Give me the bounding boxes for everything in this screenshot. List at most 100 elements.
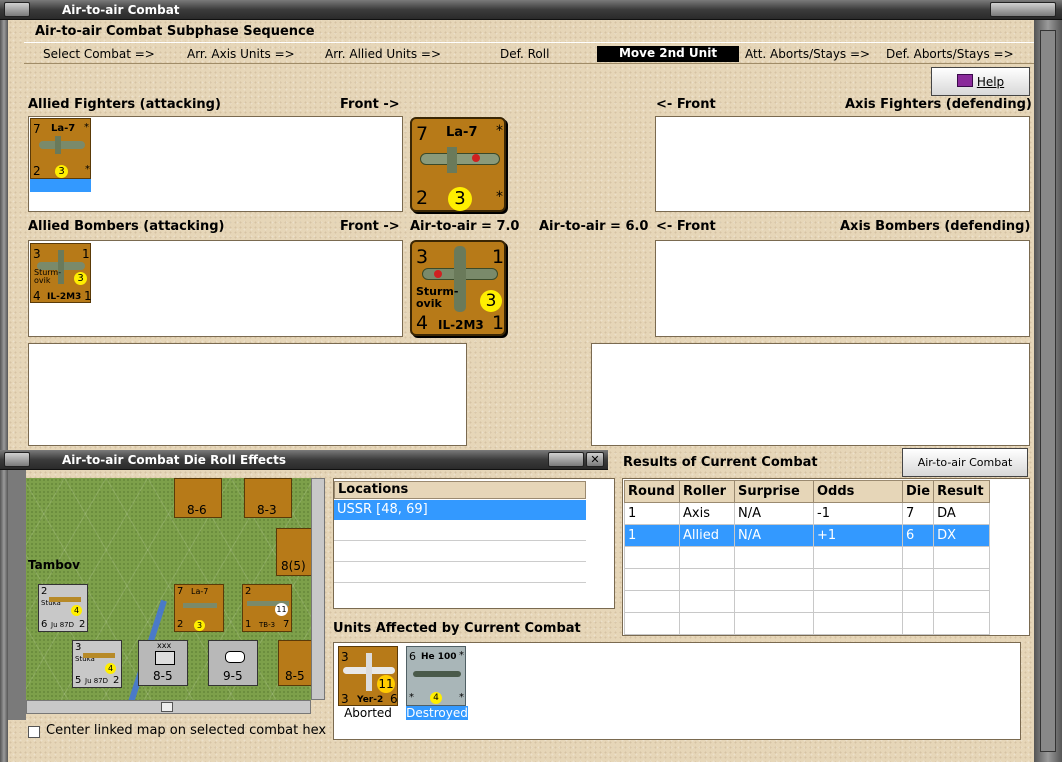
cell-result: DA: [933, 502, 991, 525]
counter-bl: 3: [341, 692, 349, 706]
map-vertical-scrollbar[interactable]: [311, 478, 325, 700]
map-unit-top-1[interactable]: 8-6: [174, 478, 222, 518]
table-row[interactable]: 1 Axis N/A -1 7 DA: [624, 502, 991, 525]
close-window-button[interactable]: [990, 2, 1056, 17]
map-unit-top-2[interactable]: 8-3: [244, 478, 292, 518]
yer2-counter[interactable]: 3 11 3 Yer-2 6: [338, 646, 398, 706]
map-la7-counter[interactable]: 7 La-7 2 3: [174, 584, 224, 632]
plane-icon: [183, 603, 217, 608]
allied-bombers-front: Front ->: [340, 219, 400, 234]
counter-value: 8-3: [257, 503, 277, 517]
il2-large-counter[interactable]: 3 1 Sturm-ovik 3 4 IL-2M3 1: [410, 240, 506, 336]
col-die[interactable]: Die: [901, 480, 935, 503]
destroyed-status: Destroyed: [406, 706, 468, 720]
counter-sub: Ju 87D: [51, 621, 75, 629]
selection-bar: [30, 179, 91, 192]
counter-br: *: [496, 189, 503, 205]
map-unit-right-1[interactable]: 8(5): [276, 528, 311, 576]
he100-counter[interactable]: 6 He 100 * * 4 *: [406, 646, 466, 706]
help-button[interactable]: Help: [931, 67, 1030, 96]
plane-icon: [39, 141, 85, 149]
window-menu-button[interactable]: [4, 2, 30, 17]
counter-tl: 3: [416, 246, 429, 268]
allied-fighters-label: Allied Fighters (attacking): [28, 97, 221, 112]
counter-value: 8-5: [285, 669, 305, 683]
die-window-minimize-button[interactable]: [548, 452, 584, 467]
la7-small-counter[interactable]: 7 La-7 * 2 3 *: [30, 118, 91, 179]
map-armor-counter[interactable]: 9-5: [208, 640, 258, 686]
seq-att-aborts: Att. Aborts/Stays =>: [745, 47, 871, 61]
map-stuka-counter-1[interactable]: 2 Stuka 4 6 Ju 87D 2: [38, 584, 88, 632]
il2-small-counter[interactable]: 3 1 Sturm-ovik 3 4 IL-2M3 1: [30, 243, 92, 303]
cell-odds: +1: [813, 524, 903, 547]
counter-value: 8-6: [187, 503, 207, 517]
counter-tl: 2: [245, 586, 252, 597]
seq-def-roll: Def. Roll: [500, 47, 550, 61]
red-star-icon: [434, 270, 442, 278]
table-row: [624, 568, 991, 591]
locations-list[interactable]: Locations USSR [48, 69]: [333, 478, 615, 609]
col-roller[interactable]: Roller: [679, 480, 735, 503]
axis-bombers-list[interactable]: [655, 240, 1030, 337]
counter-dot: 11: [377, 675, 395, 693]
locations-header[interactable]: Locations: [334, 481, 586, 499]
allied-fighters-front: Front ->: [340, 97, 400, 112]
axis-fighters-list[interactable]: [655, 116, 1030, 212]
allied-bombers-list[interactable]: 3 1 Sturm-ovik 3 4 IL-2M3 1: [28, 240, 403, 337]
scroll-thumb[interactable]: [161, 702, 173, 712]
axis-fighters-front: <- Front: [656, 97, 716, 112]
die-roll-title-bar[interactable]: Air-to-air Combat Die Roll Effects ✕: [0, 450, 608, 470]
counter-name: La-7: [446, 125, 478, 140]
affected-units-box[interactable]: 3 11 3 Yer-2 6 Aborted 6 He 100 * * 4 * …: [333, 642, 1021, 740]
counter-sub: 8-5: [153, 669, 173, 683]
counter-sub: Ju 87D: [85, 677, 109, 685]
window-title: Air-to-air Combat: [62, 3, 180, 17]
seq-select-combat: Select Combat =>: [43, 47, 155, 61]
window-scrollbar[interactable]: [1040, 30, 1056, 752]
die-window-close-button[interactable]: ✕: [586, 452, 604, 467]
col-odds[interactable]: Odds: [813, 480, 903, 503]
map-unit-right-2[interactable]: 8-5: [278, 640, 311, 686]
center-map-checkbox[interactable]: [28, 726, 40, 738]
counter-br: 6: [390, 692, 398, 706]
center-map-label[interactable]: Center linked map on selected combat hex: [46, 723, 326, 738]
table-row: [624, 546, 991, 569]
axis-air-to-air: Air-to-air = 6.0: [539, 219, 649, 234]
die-window-menu-button[interactable]: [4, 452, 30, 467]
counter-dot: 4: [105, 663, 116, 674]
help-book-icon: [956, 74, 973, 87]
map-tb3-counter[interactable]: 2 11 1 TB-3 7: [242, 584, 292, 632]
table-row[interactable]: 1 Allied N/A +1 6 DX: [624, 524, 991, 547]
map-horizontal-scrollbar[interactable]: [26, 700, 311, 714]
axis-notes-box[interactable]: [591, 343, 1030, 446]
counter-name: La-7: [191, 587, 209, 596]
results-header-row: Round Roller Surprise Odds Die Result: [624, 480, 991, 503]
counter-tr: *: [496, 123, 503, 139]
col-result[interactable]: Result: [933, 480, 991, 503]
counter-sub: 9-5: [223, 669, 243, 683]
col-round[interactable]: Round: [624, 480, 680, 503]
counter-bl: 2: [416, 187, 429, 209]
air-combat-chart-button[interactable]: Air-to-air Combat Chart: [902, 448, 1028, 497]
frame-left: [0, 20, 8, 762]
map-mech-counter[interactable]: xxx 8-5: [138, 640, 188, 686]
seq-def-aborts: Def. Aborts/Stays =>: [886, 47, 1014, 61]
col-surprise[interactable]: Surprise: [734, 480, 814, 503]
cell-result: DX: [933, 524, 991, 547]
la7-large-counter[interactable]: 7 La-7 * 2 3 *: [410, 117, 506, 212]
location-item-ussr[interactable]: USSR [48, 69]: [334, 500, 586, 520]
help-label: Help: [976, 75, 1005, 89]
main-title-bar[interactable]: Air-to-air Combat: [0, 0, 1062, 20]
map-stuka-counter-2[interactable]: 3 Stuka 4 5 Ju 87D 2: [72, 640, 122, 688]
allied-fighters-list[interactable]: 7 La-7 * 2 3 *: [28, 116, 403, 212]
counter-sub: Sturm-ovik: [416, 285, 459, 310]
cell-die: 7: [901, 502, 935, 525]
counter-tl: 7: [416, 123, 429, 145]
allied-notes-box[interactable]: [28, 343, 467, 446]
counter-tl: 3: [33, 247, 41, 261]
cell-roller: Allied: [679, 524, 735, 547]
cell-odds: -1: [813, 502, 903, 525]
counter-bl: 4: [416, 312, 429, 334]
cell-die: 6: [901, 524, 935, 547]
linked-map[interactable]: Tambov 8-6 8-3 8(5) 2 Stuka 4 6 Ju 87D 2…: [26, 478, 311, 700]
